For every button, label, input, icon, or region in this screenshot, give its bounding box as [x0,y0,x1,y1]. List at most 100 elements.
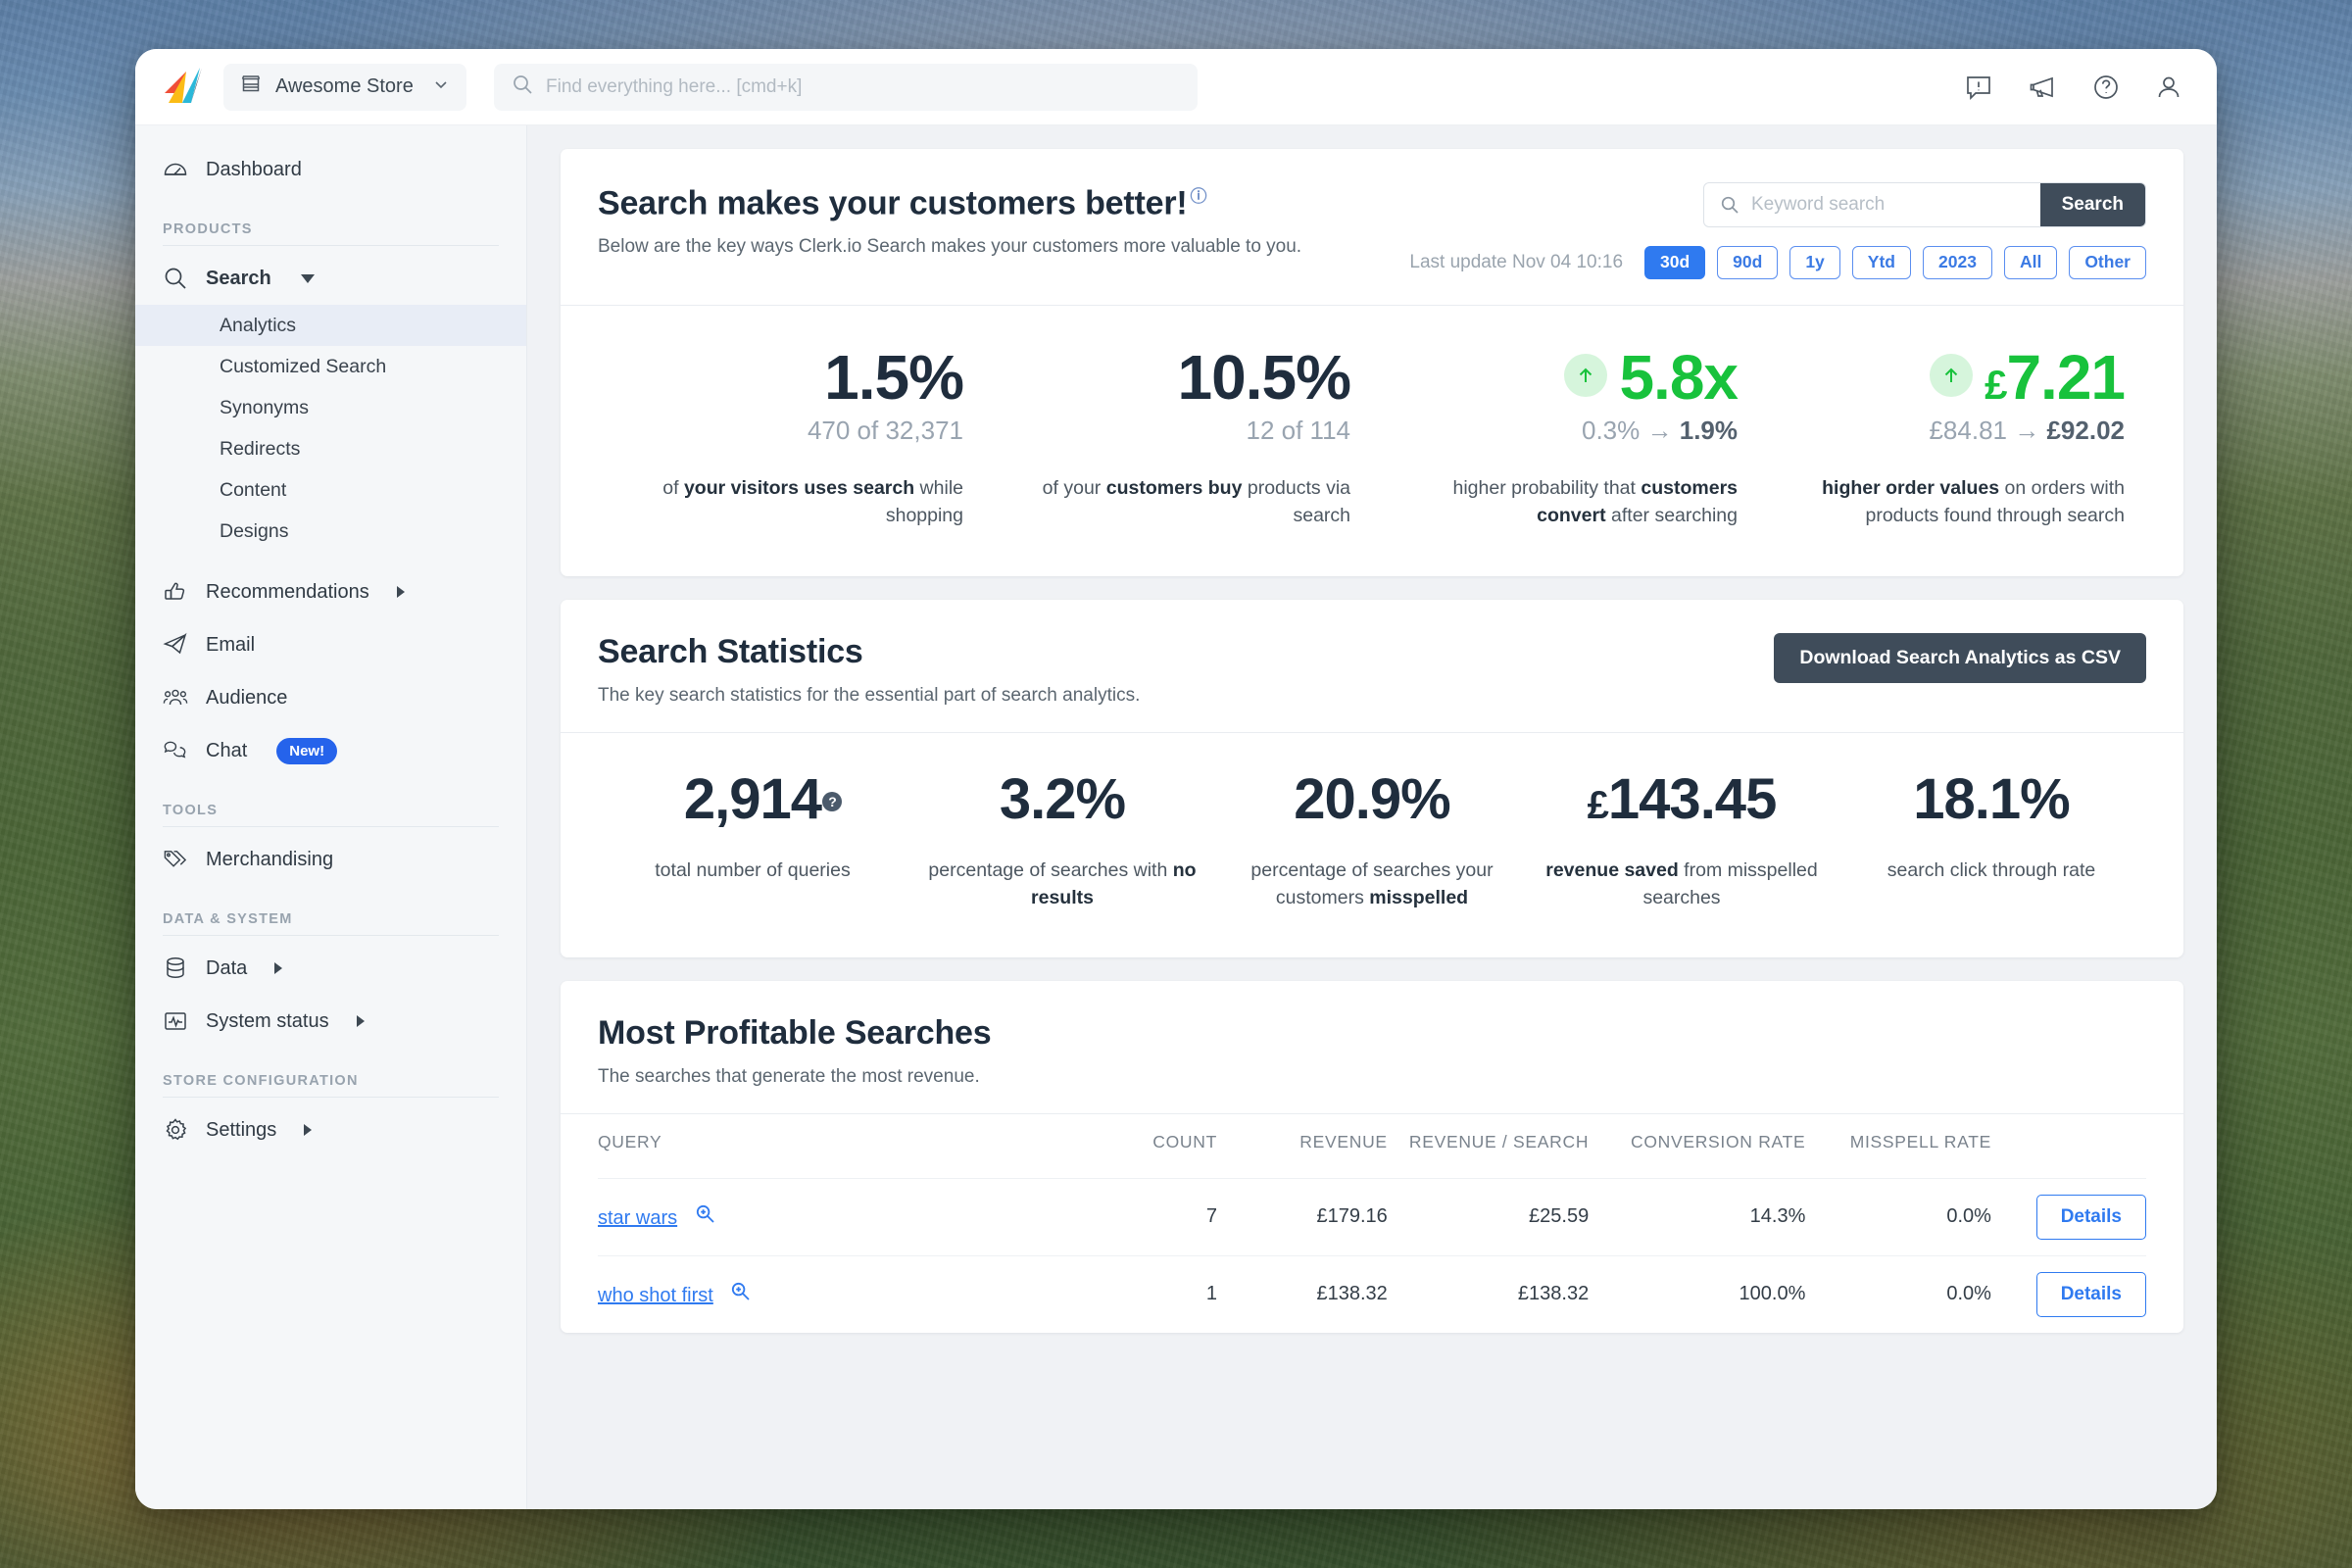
help-circle-icon[interactable]: ? [821,764,843,824]
stat-value: 20.9% [1294,767,1450,832]
store-picker[interactable]: Awesome Store [223,63,466,111]
kpi-value-row: £7.21 [1781,341,2126,413]
range-pill-1y[interactable]: 1y [1789,246,1840,279]
stat-value: 143.45 [1607,767,1777,832]
sidebar-item-analytics[interactable]: Analytics [135,305,526,346]
sidebar-item-merchandising[interactable]: Merchandising [135,833,526,886]
sidebar-item-label: System status [206,1009,329,1032]
search-icon [163,266,188,291]
keyword-search-button[interactable]: Search [2039,183,2145,226]
arrow-up-icon [1564,353,1608,397]
sidebar-item-customized-search[interactable]: Customized Search [135,346,526,387]
kpi-visitors-use-search: 1.5% 470 of 32,371 of your visitors uses… [598,344,985,530]
store-icon [239,73,263,101]
stat-desc-bold: misspelled [1369,887,1469,908]
column-header-revenue-per-search: REVENUE / SEARCH [1408,1131,1590,1152]
sidebar-item-label: Chat [206,739,248,761]
download-csv-button[interactable]: Download Search Analytics as CSV [1774,633,2146,684]
help-circle-icon[interactable]: ⓘ [1190,187,1206,206]
magnifier-plus-icon[interactable] [725,1283,752,1306]
thumbs-up-icon [163,579,188,605]
range-pill-other[interactable]: Other [2069,246,2146,279]
divider [163,1097,499,1098]
kpi-value: 7.21 [2006,341,2126,413]
chevron-down-icon[interactable] [300,273,315,283]
sidebar-item-chat[interactable]: Chat New! [135,724,526,777]
database-icon [163,956,188,981]
sidebar-item-recommendations[interactable]: Recommendations [135,565,526,618]
kpi-conversion-uplift: 5.8x 0.3% → 1.9% higher probability that… [1372,344,1759,530]
stat-description: percentage of searches with no results [921,858,1203,911]
gear-icon [163,1117,188,1143]
page-subtitle: Below are the key ways Clerk.io Search m… [598,236,1302,258]
sidebar-section-store-configuration: STORE CONFIGURATION [163,1073,359,1089]
range-pill-all[interactable]: All [2003,246,2058,279]
table-header-row: QUERY COUNT REVENUE REVENUE / SEARCH CON… [598,1114,2146,1179]
kpi-sub-from: 0.3% [1582,416,1641,446]
kpi-subvalue: 0.3% → 1.9% [1394,416,1738,446]
chevron-right-icon[interactable] [304,1124,313,1136]
kpi-subvalue: £84.81 → £92.02 [1781,416,2125,446]
stat-description: revenue saved from misspelled searches [1541,858,1823,911]
column-header-revenue: REVENUE [1299,1131,1388,1152]
global-search-input[interactable] [546,75,1180,98]
sidebar-item-system-status[interactable]: System status [135,995,526,1048]
search-statistics-card: Search Statistics The key search statist… [561,600,2183,957]
cell-count: 7 [1062,1177,1217,1256]
sidebar-item-designs[interactable]: Designs [135,511,526,552]
chevron-right-icon[interactable] [274,962,283,974]
keyword-search-input[interactable] [1751,194,2040,216]
user-account-icon[interactable] [2154,73,2183,102]
column-header-misspell-rate: MISSPELL RATE [1849,1131,1991,1152]
sidebar-item-dashboard[interactable]: Dashboard [135,143,526,196]
stat-click-through-rate: 18.1% search click through rate [1837,769,2146,911]
cell-revenue-per-search: £138.32 [1387,1254,1590,1333]
sidebar-item-redirects[interactable]: Redirects [135,428,526,469]
details-button[interactable]: Details [2035,1194,2146,1240]
range-pill-2023[interactable]: 2023 [1923,246,1992,279]
query-link[interactable]: star wars [598,1207,677,1229]
clerk-logo-icon[interactable] [157,63,210,112]
range-pill-30d[interactable]: 30d [1644,246,1706,279]
stat-value-wrap: 18.1% [1913,769,2070,830]
sidebar-item-label: Recommendations [206,580,369,603]
svg-text:?: ? [828,794,836,809]
range-pill-90d[interactable]: 90d [1717,246,1779,279]
cell-revenue-per-search: £25.59 [1387,1177,1590,1256]
keyword-search-box[interactable]: Search [1703,182,2146,227]
stat-misspelled: 20.9% percentage of searches your custom… [1217,767,1527,911]
range-pill-ytd[interactable]: Ytd [1851,246,1911,279]
magnifier-plus-icon[interactable] [689,1205,715,1229]
feedback-icon[interactable] [1964,73,1993,102]
sidebar-item-data[interactable]: Data [135,942,526,995]
kpi-sub-from: £84.81 [1929,416,2007,446]
search-icon [1704,195,1751,215]
sidebar-item-email[interactable]: Email [135,618,526,671]
kpi-desc-post: products via search [1242,477,1350,526]
global-search-box[interactable] [494,63,1198,111]
paper-plane-icon [163,632,188,658]
chevron-right-icon[interactable] [396,586,405,598]
chevron-down-icon[interactable] [431,74,451,99]
query-link[interactable]: who shot first [598,1285,713,1306]
sidebar-item-settings[interactable]: Settings [135,1103,526,1156]
kpi-sub-to: £92.02 [2046,416,2125,446]
stat-currency: £ [1587,784,1609,828]
column-header-conversion-rate: CONVERSION RATE [1630,1131,1806,1152]
help-circle-icon[interactable] [2091,73,2121,102]
sidebar-item-search[interactable]: Search [135,252,526,305]
top-bar-icons [1964,73,2183,102]
divider [163,826,499,827]
details-button[interactable]: Details [2035,1271,2146,1317]
sidebar-item-content[interactable]: Content [135,469,526,511]
table-row: who shot first 1 £138.32 £138.32 100.0% … [598,1254,2146,1333]
chevron-right-icon[interactable] [356,1015,365,1027]
sidebar-item-synonyms[interactable]: Synonyms [135,387,526,428]
cell-actions: Details [1990,1254,2146,1333]
kpi-desc-pre: of [662,477,684,500]
top-bar: Awesome Store [135,49,2217,125]
megaphone-icon[interactable] [2027,73,2058,102]
sidebar-item-audience[interactable]: Audience [135,671,526,724]
kpi-value-row: 5.8x [1394,344,1739,411]
sidebar-item-label: Merchandising [206,848,334,870]
